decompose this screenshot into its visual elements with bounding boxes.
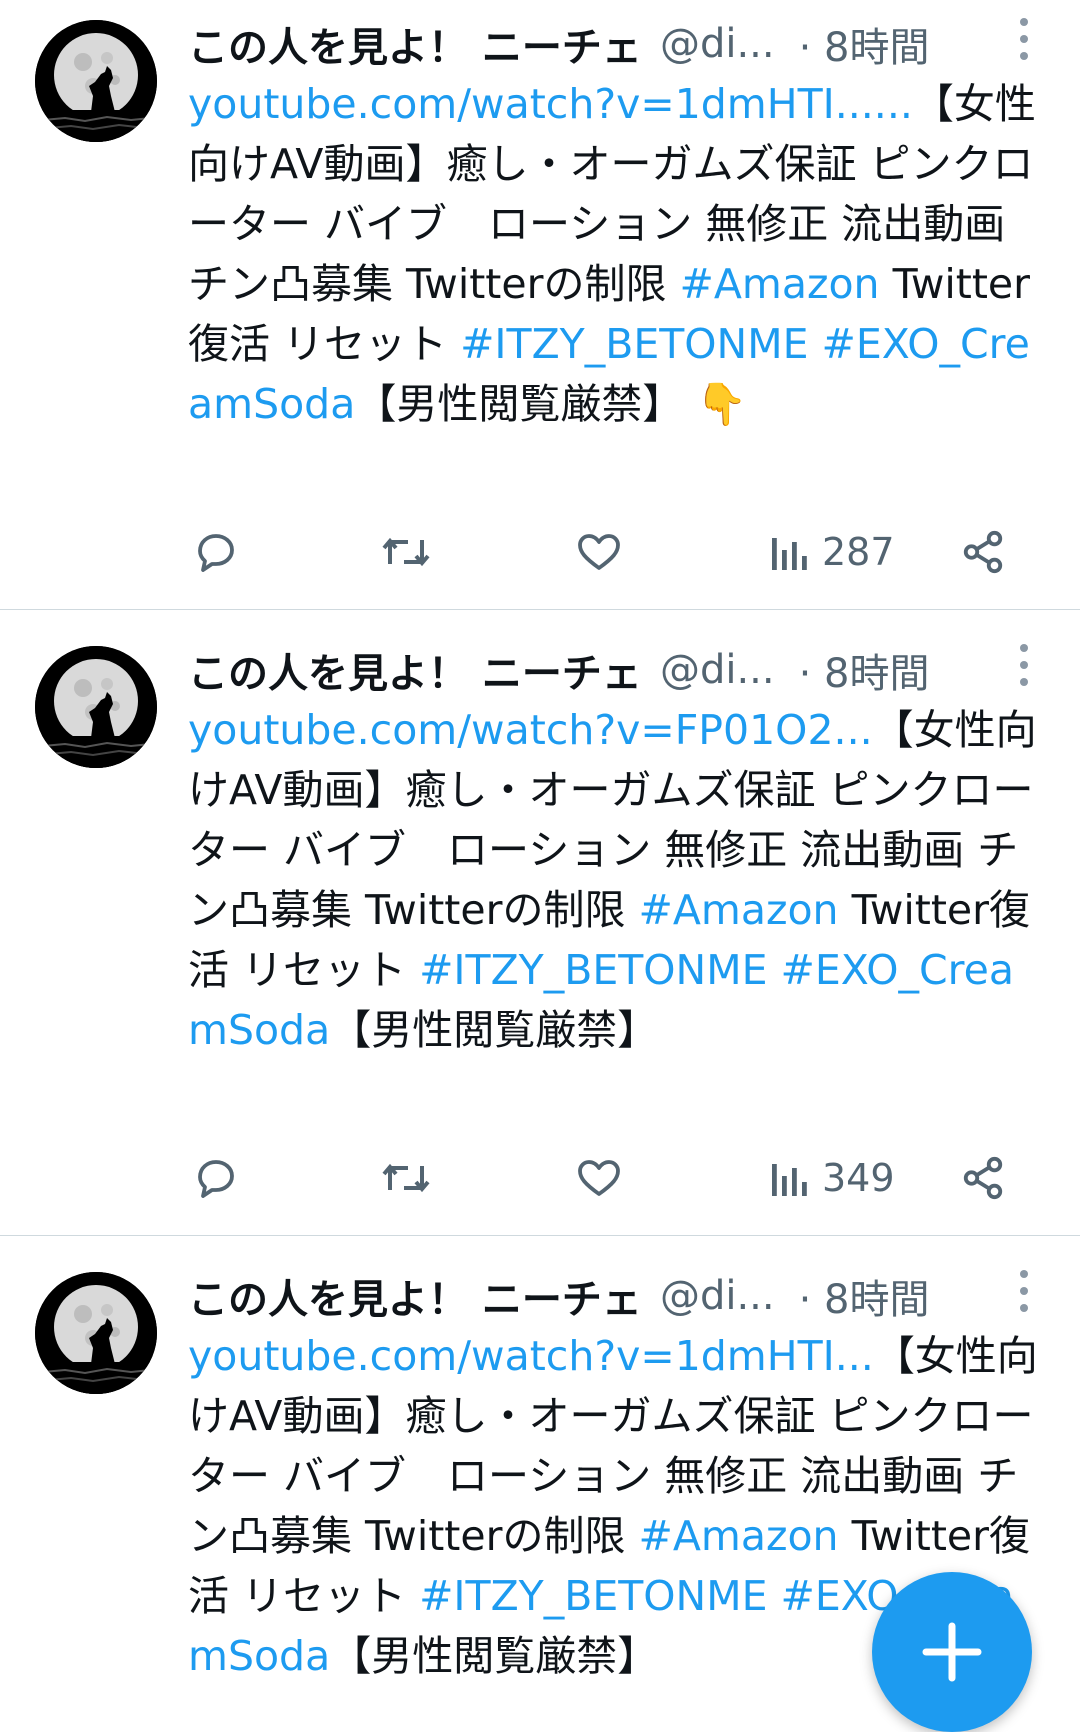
tweet-actions: 349 [188, 1148, 1018, 1208]
retweet-icon [382, 537, 430, 567]
tweet-1[interactable]: この人を見よ！ ニーチェ @di... · 8時間 youtube.com/wa… [0, 0, 1080, 610]
tweet-link[interactable]: youtube.com/watch?v=1dmHTI...... [188, 80, 913, 128]
views-count: 349 [822, 1156, 895, 1200]
more-icon[interactable] [1018, 16, 1030, 62]
tweet-link[interactable]: youtube.com/watch?v=1dmHTI... [188, 1332, 874, 1380]
tweet-text-part: 【男性閲覧厳禁】 [330, 1632, 659, 1680]
timestamp[interactable]: · 8時間 [799, 15, 930, 73]
views-button[interactable]: 287 [770, 522, 895, 582]
hashtag[interactable]: #Amazon [679, 260, 879, 308]
pointing-down-emoji: 👇 [696, 380, 748, 428]
share-icon [963, 530, 1003, 574]
author-name[interactable]: この人を見よ！ ニーチェ [188, 641, 642, 699]
views-icon [772, 538, 807, 570]
tweet-2[interactable]: この人を見よ！ ニーチェ @di... · 8時間 youtube.com/wa… [0, 610, 1080, 1236]
views-icon [772, 1164, 807, 1196]
reply-button[interactable] [192, 522, 240, 582]
timestamp[interactable]: · 8時間 [799, 641, 930, 699]
tweet-text: youtube.com/watch?v=1dmHTI......【女性向けAV動… [188, 74, 1040, 434]
reply-icon [198, 1160, 234, 1198]
avatar[interactable] [35, 646, 157, 768]
like-icon [578, 1160, 620, 1196]
share-button[interactable] [960, 1148, 1006, 1208]
author-handle[interactable]: @di... [660, 647, 775, 693]
author-name[interactable]: この人を見よ！ ニーチェ [188, 1267, 642, 1325]
like-icon [578, 534, 620, 570]
views-button[interactable]: 349 [770, 1148, 895, 1208]
like-button[interactable] [574, 522, 624, 582]
like-button[interactable] [574, 1148, 624, 1208]
hashtag[interactable]: #ITZY_BETONME [419, 946, 767, 994]
hashtag[interactable]: #ITZY_BETONME [419, 1572, 767, 1620]
hashtag[interactable]: #Amazon [638, 1512, 838, 1560]
retweet-button[interactable] [380, 522, 432, 582]
retweet-button[interactable] [380, 1148, 432, 1208]
avatar[interactable] [35, 1272, 157, 1394]
hashtag[interactable]: #Amazon [638, 886, 838, 934]
share-button[interactable] [960, 522, 1006, 582]
timestamp[interactable]: · 8時間 [799, 1267, 930, 1325]
share-icon [963, 1156, 1003, 1200]
views-count: 287 [822, 530, 895, 574]
hashtag[interactable]: #ITZY_BETONME [460, 320, 808, 368]
more-icon[interactable] [1018, 642, 1030, 688]
tweet-link[interactable]: youtube.com/watch?v=FP01O2... [188, 706, 873, 754]
avatar[interactable] [35, 20, 157, 142]
tweet-text-part: 【男性閲覧厳禁】 [355, 380, 684, 428]
reply-button[interactable] [192, 1148, 240, 1208]
author-handle[interactable]: @di... [660, 1273, 775, 1319]
compose-button[interactable] [872, 1572, 1032, 1732]
tweet-text-part: 【男性閲覧厳禁】 [330, 1006, 659, 1054]
author-name[interactable]: この人を見よ！ ニーチェ [188, 15, 642, 73]
tweet-text: youtube.com/watch?v=FP01O2...【女性向けAV動画】癒… [188, 700, 1040, 1060]
more-icon[interactable] [1018, 1268, 1030, 1314]
retweet-icon [382, 1163, 430, 1193]
author-handle[interactable]: @di... [660, 21, 775, 67]
tweet-actions: 287 [188, 522, 1018, 582]
reply-icon [198, 534, 234, 572]
compose-icon [922, 1622, 982, 1682]
